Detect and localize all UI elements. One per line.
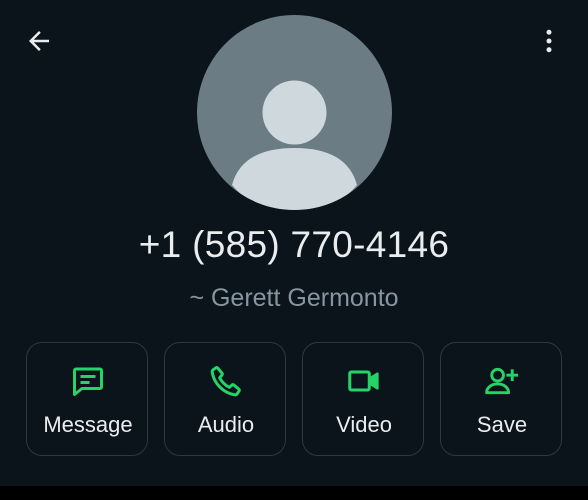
message-icon bbox=[73, 367, 103, 396]
phone-icon bbox=[210, 366, 241, 397]
more-vert-icon bbox=[546, 29, 552, 53]
back-button[interactable] bbox=[14, 16, 64, 66]
default-avatar-icon bbox=[232, 80, 357, 210]
video-icon bbox=[348, 370, 379, 392]
action-buttons: Message Audio Video Save bbox=[26, 342, 563, 458]
arrow-left-icon bbox=[29, 31, 49, 51]
save-contact-button[interactable]: Save bbox=[440, 342, 562, 456]
phone-number: +1 (585) 770-4146 bbox=[138, 224, 450, 265]
contact-display-name: ~ Gerett Germonto bbox=[189, 284, 399, 312]
add-person-icon bbox=[485, 367, 519, 395]
message-button[interactable]: Message bbox=[26, 342, 148, 456]
save-label: Save bbox=[476, 412, 528, 437]
video-call-button[interactable]: Video bbox=[302, 342, 424, 456]
bottom-edge bbox=[0, 486, 588, 500]
audio-label: Audio bbox=[197, 412, 255, 437]
audio-call-button[interactable]: Audio bbox=[164, 342, 286, 456]
more-options-button[interactable] bbox=[524, 16, 574, 66]
video-label: Video bbox=[336, 412, 392, 437]
contact-avatar[interactable] bbox=[197, 15, 392, 210]
message-label: Message bbox=[43, 412, 133, 437]
